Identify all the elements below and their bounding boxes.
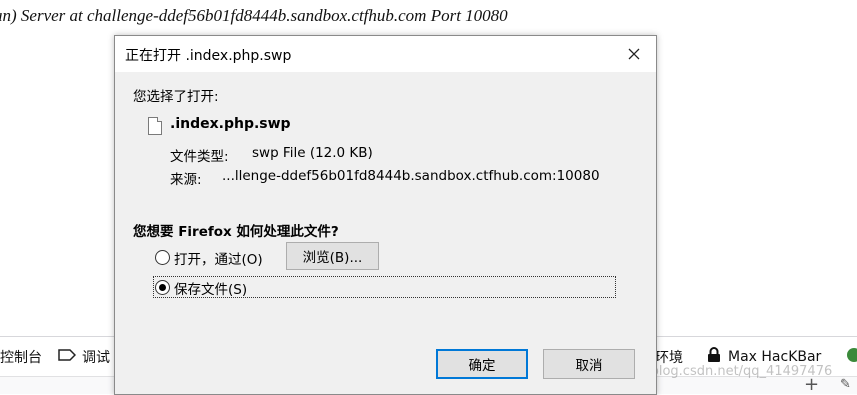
file-icon (148, 117, 162, 135)
close-button[interactable] (612, 36, 656, 72)
tab-debugger[interactable]: 调试 (58, 347, 110, 367)
tab-extension[interactable] (846, 347, 857, 367)
source-value: ...llenge-ddef56b01fd8444b.sandbox.ctfhu… (222, 168, 600, 184)
open-with-radio[interactable] (155, 250, 170, 265)
picker-icon[interactable]: ✎ (840, 377, 851, 392)
server-signature-text: an) Server at challenge-ddef56b01fd8444b… (0, 6, 508, 25)
dialog-title: 正在打开 .index.php.swp (125, 48, 292, 64)
tab-debugger-label: 调试 (82, 350, 110, 366)
open-file-dialog: 正在打开 .index.php.swp 您选择了打开: .index.php.s… (114, 35, 657, 395)
source-label: 来源: (170, 172, 202, 188)
dialog-titlebar: 正在打开 .index.php.swp (115, 36, 656, 72)
open-with-label[interactable]: 打开，通过(O) (174, 248, 263, 268)
tab-max-hackbar-label: Max HacKBar (728, 349, 822, 365)
file-name: .index.php.swp (170, 116, 291, 132)
file-type-value: swp File (12.0 KB) (252, 145, 373, 161)
save-file-radio[interactable] (155, 280, 170, 295)
handle-question: 您想要 Firefox 如何处理此文件? (133, 224, 339, 240)
tab-console[interactable]: 控制台 (0, 347, 42, 367)
file-type-label: 文件类型: (170, 149, 229, 165)
you-chose-label: 您选择了打开: (133, 89, 219, 105)
extension-icon (846, 347, 857, 367)
debugger-icon (58, 348, 77, 366)
browse-button[interactable]: 浏览(B)... (286, 242, 379, 270)
cancel-button[interactable]: 取消 (543, 349, 635, 379)
close-icon (628, 48, 640, 60)
tab-console-label: 控制台 (0, 350, 42, 366)
save-file-label[interactable]: 保存文件(S) (174, 278, 247, 298)
ok-button[interactable]: 确定 (436, 349, 528, 379)
